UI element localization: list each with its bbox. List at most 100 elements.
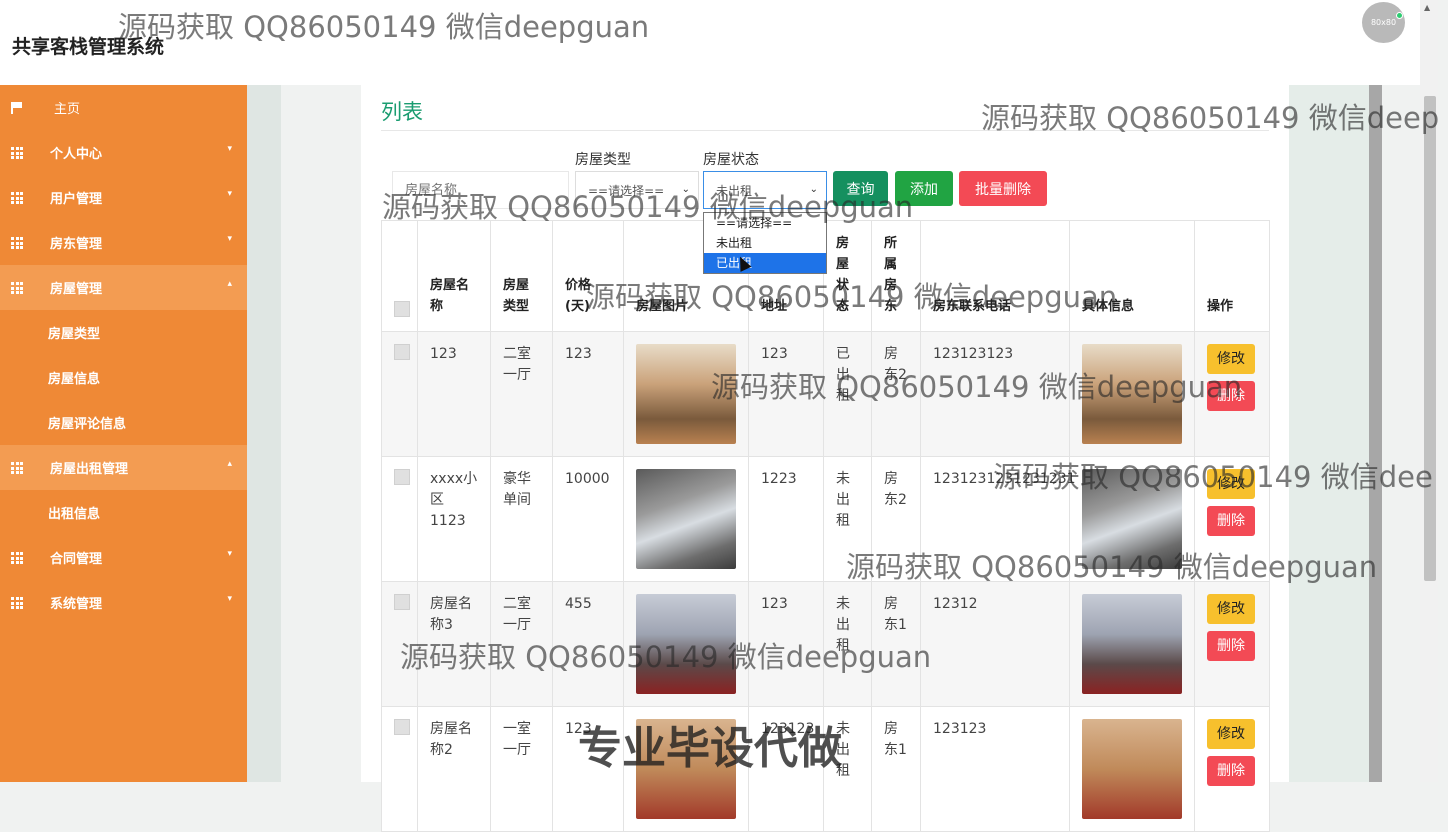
sidebar-item-label: 系统管理 [50, 597, 103, 612]
caret-down-icon: ▾ [227, 189, 232, 199]
house-photo [636, 719, 736, 819]
sidebar-subitem-rental-info[interactable]: 出租信息 [0, 490, 247, 535]
grid-icon [11, 147, 23, 159]
avatar[interactable]: 80x80 [1362, 2, 1405, 43]
add-button[interactable]: 添加 [895, 171, 953, 206]
house-status-select[interactable]: 未出租 ⌄ [703, 171, 827, 209]
detail-photo [1082, 344, 1182, 444]
top-bar [0, 0, 1420, 85]
inner-scrollbar[interactable] [1369, 85, 1382, 782]
caret-down-icon: ▾ [227, 549, 232, 559]
dropdown-option[interactable]: 未出租 [704, 233, 826, 253]
sidebar-subitem-house-type[interactable]: 房屋类型 [0, 310, 247, 355]
cell-status: 未出租 [823, 581, 872, 707]
house-status-label: 房屋状态 [703, 152, 759, 168]
delete-button[interactable]: 删除 [1207, 631, 1255, 661]
house-name-input[interactable] [392, 171, 569, 209]
sidebar-item-home[interactable]: 主页 [0, 85, 247, 130]
sidebar-item-landlord-management[interactable]: 房东管理 ▾ [0, 220, 247, 265]
table-row: 房屋名称3 二室一厅 455 123 未出租 房东1 12312 修改 删除 [381, 581, 1270, 707]
sidebar-item-label: 合同管理 [50, 552, 103, 567]
detail-photo [1082, 594, 1182, 694]
detail-photo [1082, 719, 1182, 819]
sidebar-item-system-management[interactable]: 系统管理 ▾ [0, 580, 247, 625]
dropdown-option[interactable]: ==请选择== [704, 213, 826, 233]
sidebar-item-user-management[interactable]: 用户管理 ▾ [0, 175, 247, 220]
caret-down-icon: ▾ [227, 144, 232, 154]
sidebar-item-rental-management[interactable]: 房屋出租管理 ▴ [0, 445, 247, 490]
house-type-label: 房屋类型 [575, 152, 631, 168]
cell-name: 房屋名称3 [417, 581, 491, 707]
table-header: 具体信息 [1069, 220, 1195, 332]
house-status-select-value: 未出租 [716, 184, 753, 198]
house-type-select[interactable]: ==请选择== ⌄ [575, 171, 699, 209]
sidebar-item-contract-management[interactable]: 合同管理 ▾ [0, 535, 247, 580]
house-type-select-value: ==请选择== [588, 184, 665, 198]
cell-landlord: 房东2 [871, 456, 921, 582]
edit-button[interactable]: 修改 [1207, 469, 1255, 499]
edit-button[interactable]: 修改 [1207, 719, 1255, 749]
query-button[interactable]: 查询 [833, 171, 888, 206]
table-header: 房屋名称 [417, 220, 491, 332]
grid-icon [11, 192, 23, 204]
sidebar-item-label: 主页 [54, 102, 81, 117]
cell-price: 10000 [552, 456, 624, 582]
chevron-down-icon: ⌄ [809, 184, 818, 195]
app-title: 共享客栈管理系统 [12, 36, 165, 58]
grid-icon [11, 552, 23, 564]
edit-button[interactable]: 修改 [1207, 594, 1255, 624]
delete-button[interactable]: 删除 [1207, 381, 1255, 411]
page-scrollbar-thumb[interactable] [1424, 96, 1436, 581]
scroll-up-arrow-icon[interactable]: ▲ [1424, 3, 1430, 12]
cell-price: 123 [552, 331, 624, 457]
delete-button[interactable]: 删除 [1207, 506, 1255, 536]
cell-status: 未出租 [823, 456, 872, 582]
house-status-dropdown: ==请选择== 未出租 已出租 [703, 212, 827, 274]
house-photo [636, 344, 736, 444]
cell-type: 二室一厅 [490, 581, 553, 707]
sidebar-subitem-house-comments[interactable]: 房屋评论信息 [0, 400, 247, 445]
sidebar-item-house-management[interactable]: 房屋管理 ▴ [0, 265, 247, 310]
cell-name: xxxx小区1123 [417, 456, 491, 582]
row-checkbox[interactable] [394, 344, 410, 360]
content-gutter-right [1289, 85, 1369, 782]
cell-type: 一室一厅 [490, 706, 553, 832]
cell-address: 123 [748, 331, 824, 457]
cell-address: 123123 [748, 706, 824, 832]
row-checkbox[interactable] [394, 469, 410, 485]
dropdown-option-highlighted[interactable]: 已出租 [704, 253, 826, 273]
caret-down-icon: ▾ [227, 234, 232, 244]
batch-delete-button[interactable]: 批量删除 [959, 171, 1047, 206]
grid-icon [11, 237, 23, 249]
cell-address: 123 [748, 581, 824, 707]
edit-button[interactable]: 修改 [1207, 344, 1255, 374]
table-header: 房屋类型 [490, 220, 553, 332]
sidebar-item-label: 房东管理 [50, 237, 103, 252]
cell-price: 455 [552, 581, 624, 707]
cell-phone: 123123123 [920, 331, 1070, 457]
header-select-all[interactable] [381, 220, 418, 332]
sidebar-subitem-house-info[interactable]: 房屋信息 [0, 355, 247, 400]
cell-name: 123 [417, 331, 491, 457]
cell-price: 123 [552, 706, 624, 832]
row-checkbox[interactable] [394, 594, 410, 610]
select-all-checkbox[interactable] [394, 301, 410, 317]
page-title: 列表 [381, 100, 423, 124]
table-header: 所属房东 [871, 220, 921, 332]
online-status-dot [1396, 12, 1403, 19]
row-checkbox[interactable] [394, 719, 410, 735]
table-row: 123 二室一厅 123 123 已出租 房东2 123123123 修改 删除 [381, 331, 1270, 457]
cell-status: 未出租 [823, 706, 872, 832]
table-header: 房屋状态 [823, 220, 872, 332]
detail-photo [1082, 469, 1182, 569]
table-header: 房东联系电话 [920, 220, 1070, 332]
cell-phone: 12312 [920, 581, 1070, 707]
cell-phone: 1231231231231231 [920, 456, 1076, 582]
sidebar-item-label: 用户管理 [50, 192, 103, 207]
table-row: xxxx小区1123 豪华单间 10000 1223 未出租 房东2 12312… [381, 456, 1270, 582]
grid-icon [11, 282, 23, 294]
table-header: 操作 [1194, 220, 1270, 332]
sidebar: 主页 个人中心 ▾ 用户管理 ▾ 房东管理 ▾ 房屋管理 ▴ 房屋类型 房屋信息… [0, 85, 247, 782]
grid-icon [11, 597, 23, 609]
sidebar-item-personal-center[interactable]: 个人中心 ▾ [0, 130, 247, 175]
